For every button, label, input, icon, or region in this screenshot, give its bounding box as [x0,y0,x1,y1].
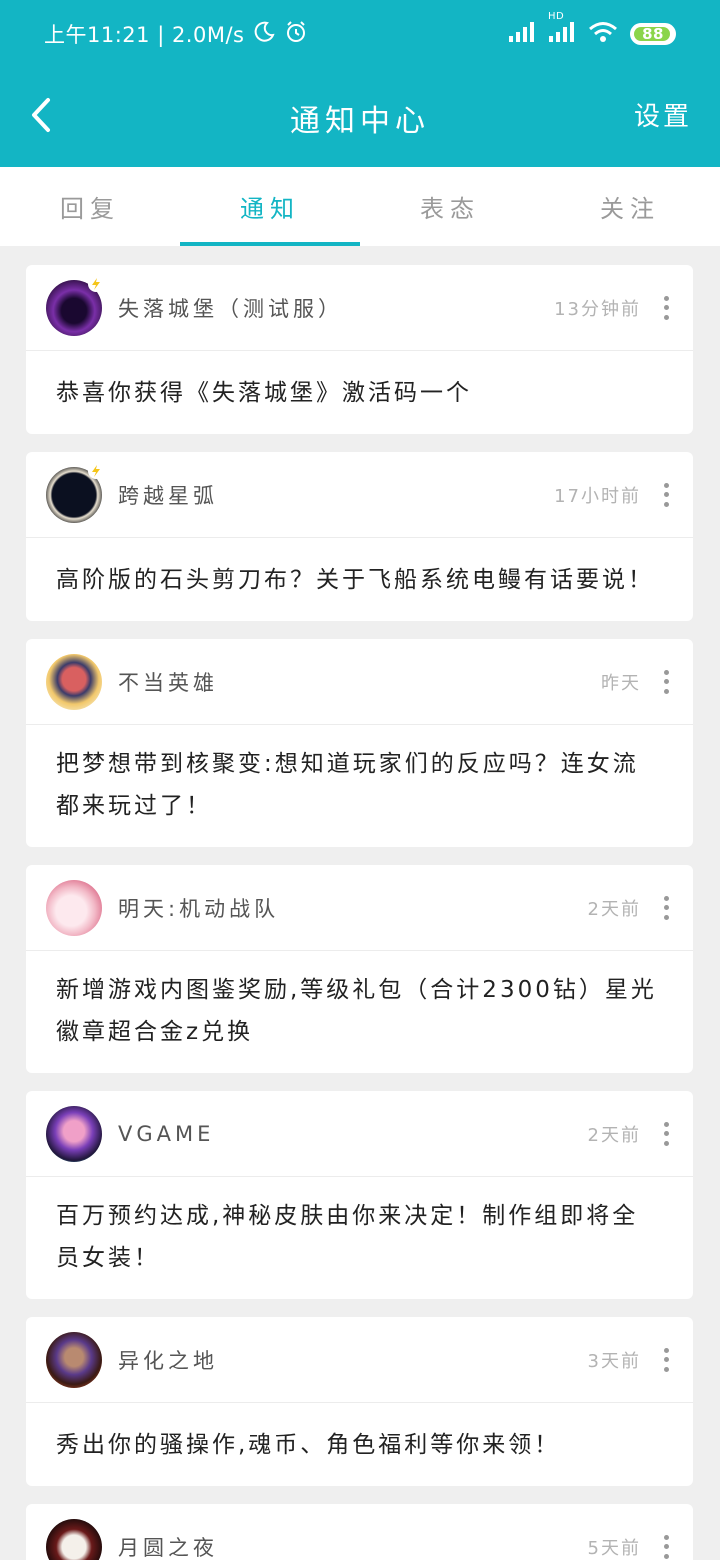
notification-message: 把梦想带到核聚变:想知道玩家们的反应吗？连女流都来玩过了！ [56,751,639,819]
hd-label: HD [548,10,565,22]
notification-message: 新增游戏内图鉴奖励,等级礼包（合计2300钻）星光徽章超合金z兑换 [56,977,657,1045]
more-vertical-icon[interactable] [659,1119,673,1149]
game-avatar[interactable] [46,653,102,710]
notification-card[interactable]: 跨越星弧 17小时前 高阶版的石头剪刀布？关于飞船系统电鳗有话要说！ [26,452,693,621]
status-time-speed: 上午11:21 | 2.0M/s [44,23,245,47]
tab-bar: 回复 通知 表态 关注 [0,167,720,246]
notification-message: 百万预约达成,神秘皮肤由你来决定！制作组即将全员女装！ [56,1203,639,1271]
notification-message: 恭喜你获得《失落城堡》激活码一个 [56,379,472,406]
game-avatar[interactable] [46,1518,102,1560]
more-vertical-icon[interactable] [659,1532,673,1560]
notification-card[interactable]: 月圆之夜 5天前 [26,1504,693,1560]
game-avatar[interactable] [46,879,102,936]
notification-message: 秀出你的骚操作,魂币、角色福利等你来领！ [56,1431,561,1458]
game-name: 异化之地 [118,1348,218,1373]
notification-list: 失落城堡（测试服） 13分钟前 恭喜你获得《失落城堡》激活码一个 跨越星弧 17… [26,265,693,1560]
game-name: 失落城堡（测试服） [118,296,343,321]
back-button[interactable] [26,95,56,135]
hd-signal-icon: HD [548,11,576,48]
notification-card[interactable]: 异化之地 3天前 秀出你的骚操作,魂币、角色福利等你来领！ [26,1317,693,1486]
game-name: VGAME [118,1121,215,1146]
game-avatar[interactable] [46,462,104,523]
notification-time: 17小时前 [554,485,641,507]
wifi-icon [588,21,618,48]
alarm-icon [284,20,308,49]
moon-icon [252,20,276,49]
notification-time: 2天前 [587,898,641,920]
settings-button[interactable]: 设置 [634,96,692,133]
more-vertical-icon[interactable] [659,480,673,510]
notification-time: 5天前 [587,1537,641,1559]
battery-level: 88 [642,25,664,43]
lightning-icon [88,275,104,292]
more-vertical-icon[interactable] [659,667,673,697]
game-name: 明天:机动战队 [118,896,280,921]
notification-time: 13分钟前 [554,298,641,320]
more-vertical-icon[interactable] [659,293,673,323]
signal-icon [508,21,536,48]
tab-notifications[interactable]: 通知 [180,167,360,246]
game-name: 不当英雄 [118,670,218,695]
game-name: 月圆之夜 [118,1535,218,1560]
notification-card[interactable]: 不当英雄 昨天 把梦想带到核聚变:想知道玩家们的反应吗？连女流都来玩过了！ [26,639,693,847]
tab-following[interactable]: 关注 [540,167,720,246]
title-bar: 通知中心 设置 [0,68,720,167]
tab-replies[interactable]: 回复 [0,167,180,246]
more-vertical-icon[interactable] [659,1345,673,1375]
notification-card[interactable]: 失落城堡（测试服） 13分钟前 恭喜你获得《失落城堡》激活码一个 [26,265,693,434]
notification-time: 3天前 [587,1350,641,1372]
game-avatar[interactable] [46,1331,102,1388]
battery-indicator: 88 [630,23,676,45]
notification-time: 昨天 [601,672,641,694]
notification-message: 高阶版的石头剪刀布？关于飞船系统电鳗有话要说！ [56,566,654,593]
lightning-icon [88,462,104,479]
notification-time: 2天前 [587,1124,641,1146]
game-avatar[interactable] [46,275,104,336]
notification-card[interactable]: VGAME 2天前 百万预约达成,神秘皮肤由你来决定！制作组即将全员女装！ [26,1091,693,1299]
notification-card[interactable]: 明天:机动战队 2天前 新增游戏内图鉴奖励,等级礼包（合计2300钻）星光徽章超… [26,865,693,1073]
tab-reactions[interactable]: 表态 [360,167,540,246]
game-avatar[interactable] [46,1105,102,1162]
game-name: 跨越星弧 [118,483,218,508]
app-header: 上午11:21 | 2.0M/s HD 88 通知中心 设置 [0,0,720,167]
more-vertical-icon[interactable] [659,893,673,923]
page-title: 通知中心 [290,103,430,139]
status-bar: 上午11:21 | 2.0M/s HD 88 [0,0,720,68]
chevron-left-icon [32,98,50,132]
